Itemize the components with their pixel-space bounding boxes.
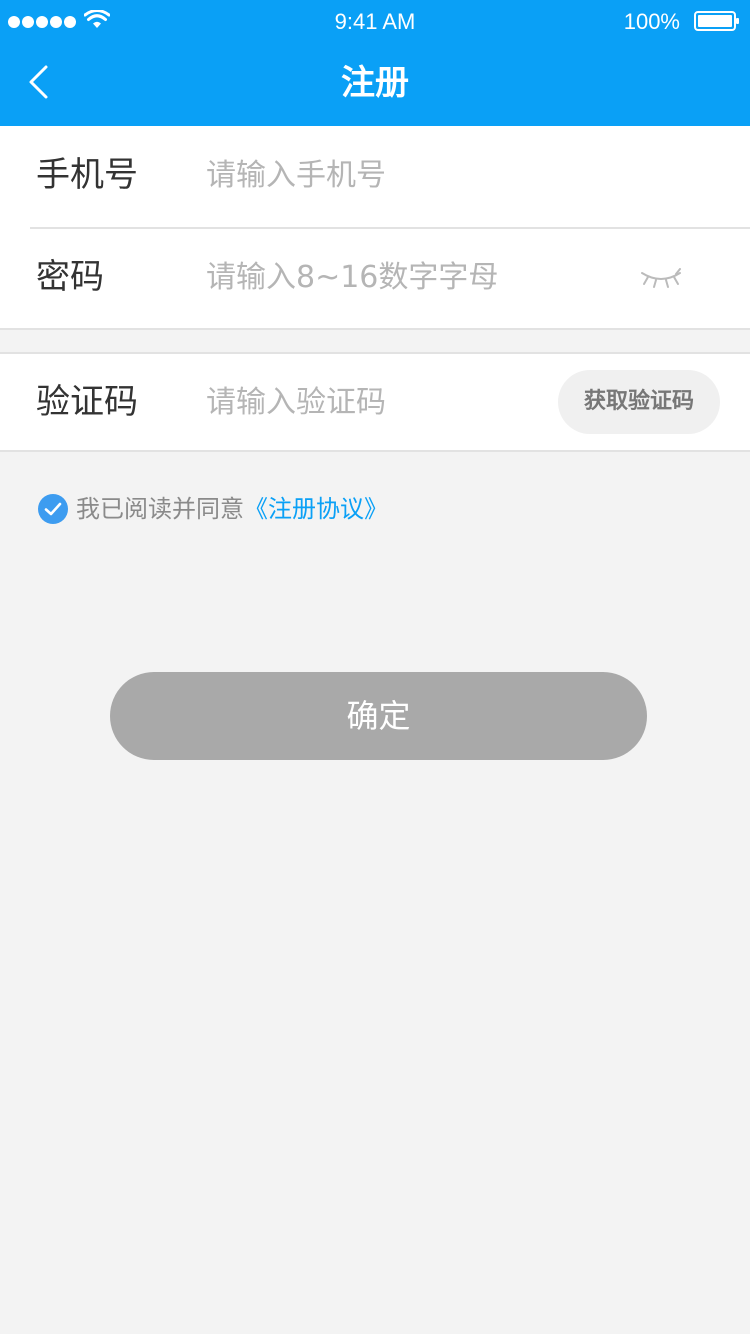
code-input[interactable] — [206, 380, 526, 424]
check-circle-icon[interactable] — [38, 494, 68, 524]
code-row: 验证码 获取验证码 — [0, 354, 750, 450]
code-label: 验证码 — [36, 382, 138, 422]
status-bar: 9:41 AM 100% — [0, 0, 750, 44]
phone-label: 手机号 — [36, 155, 138, 195]
nav-bar: 注册 — [0, 44, 750, 126]
verification-card: 验证码 获取验证码 — [0, 352, 750, 452]
password-row: 密码 — [0, 228, 750, 330]
agreement-link[interactable]: 《注册协议》 — [244, 493, 388, 525]
battery-icon — [694, 11, 739, 31]
password-input[interactable] — [206, 255, 536, 299]
get-code-button[interactable]: 获取验证码 — [558, 370, 720, 434]
battery-percent: 100% — [623, 9, 680, 34]
password-label: 密码 — [36, 257, 104, 297]
phone-input[interactable] — [206, 153, 536, 197]
agreement: 我已阅读并同意 《注册协议》 — [38, 493, 388, 525]
confirm-button[interactable]: 确定 — [110, 672, 647, 760]
agreement-text: 我已阅读并同意 — [76, 495, 244, 523]
phone-row: 手机号 — [0, 126, 750, 229]
eye-closed-icon[interactable] — [640, 268, 682, 290]
header: 9:41 AM 100% 注册 — [0, 0, 750, 126]
page-title: 注册 — [341, 63, 409, 103]
credentials-card: 手机号 密码 — [0, 126, 750, 330]
